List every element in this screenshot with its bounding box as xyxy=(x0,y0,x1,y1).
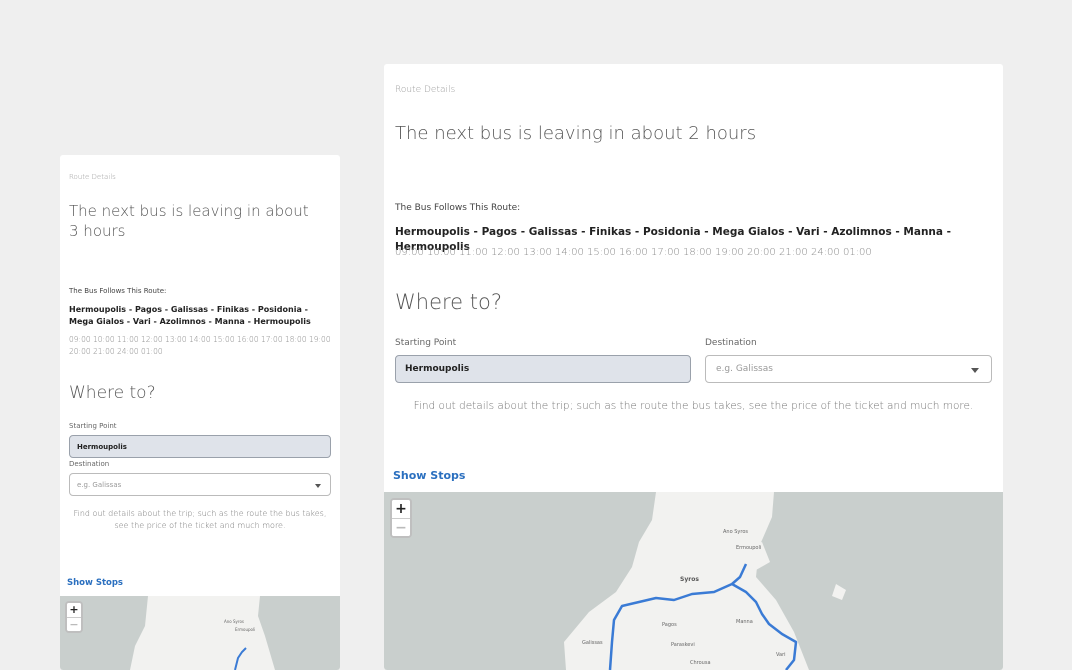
map-label-paraskevi: Paraskevi xyxy=(671,642,695,648)
zoom-control: + − xyxy=(65,601,83,633)
starting-point-value: Hermoupolis xyxy=(77,442,127,451)
destination-placeholder: e.g. Galissas xyxy=(716,364,773,374)
route-label: The Bus Follows This Route: xyxy=(69,287,167,295)
departure-times: 09:00 10:00 11:00 12:00 13:00 14:00 15:0… xyxy=(69,335,331,356)
destination-select[interactable]: e.g. Galissas xyxy=(69,473,331,496)
where-to-heading: Where to? xyxy=(395,290,502,314)
map-label-ermoupoli: Ermoupoli xyxy=(736,545,762,551)
breadcrumb: Route Details xyxy=(395,85,456,95)
map-label-ano-syros: Ano Syros xyxy=(224,619,244,624)
map-label-galissas: Galissas xyxy=(582,640,603,646)
zoom-control: + − xyxy=(390,498,412,538)
zoom-in-button[interactable]: + xyxy=(67,603,81,617)
map-label-pagos: Pagos xyxy=(662,622,677,628)
map-label-ano-syros: Ano Syros xyxy=(723,529,748,535)
route-text: Hermoupolis - Pagos - Galissas - Finikas… xyxy=(69,305,311,326)
destination-placeholder: e.g. Galissas xyxy=(77,480,122,489)
zoom-out-button[interactable]: − xyxy=(67,617,81,631)
map-label-ermoupoli: Ermoupoli xyxy=(235,627,256,632)
breadcrumb: Route Details xyxy=(69,173,116,181)
starting-point-field[interactable]: Hermoupolis xyxy=(69,435,331,458)
zoom-in-button[interactable]: + xyxy=(392,500,410,518)
route-label: The Bus Follows This Route: xyxy=(395,203,521,213)
route-card-small: Route Details The next bus is leaving in… xyxy=(60,155,340,670)
destination-select[interactable]: e.g. Galissas xyxy=(705,355,992,383)
show-stops-link[interactable]: Show Stops xyxy=(67,578,123,588)
destination-label: Destination xyxy=(705,338,757,348)
starting-point-label: Starting Point xyxy=(395,338,457,348)
map-canvas xyxy=(130,596,275,670)
starting-point-value: Hermoupolis xyxy=(405,364,470,374)
departure-times: 09:00 10:00 11:00 12:00 13:00 14:00 15:0… xyxy=(395,247,872,258)
trip-hint: Find out details about the trip; such as… xyxy=(413,400,974,412)
route-card-large: Route Details The next bus is leaving in… xyxy=(384,64,1003,670)
destination-label: Destination xyxy=(69,460,110,468)
next-bus-title: The next bus is leaving in about 2 hours xyxy=(395,123,757,144)
map-label-vari: Vari xyxy=(776,652,786,658)
chevron-down-icon xyxy=(315,484,321,488)
where-to-heading: Where to? xyxy=(69,383,156,403)
map-label-manna: Manna xyxy=(736,619,753,625)
chevron-down-icon xyxy=(971,368,979,373)
trip-hint: Find out details about the trip; such as… xyxy=(73,509,327,530)
show-stops-link[interactable]: Show Stops xyxy=(393,469,465,482)
route-map[interactable]: + − Ano Syros Ermoupoli xyxy=(60,596,340,670)
next-bus-title: The next bus is leaving in about 3 hours xyxy=(69,202,309,240)
zoom-out-button[interactable]: − xyxy=(392,518,410,536)
starting-point-field[interactable]: Hermoupolis xyxy=(395,355,691,383)
route-map[interactable]: + − Ano Syros Ermoupoli Syros Manna Pago… xyxy=(384,492,1003,670)
map-label-chrousa: Chrousa xyxy=(690,660,711,666)
starting-point-label: Starting Point xyxy=(69,422,117,430)
map-label-syros: Syros xyxy=(680,576,699,583)
